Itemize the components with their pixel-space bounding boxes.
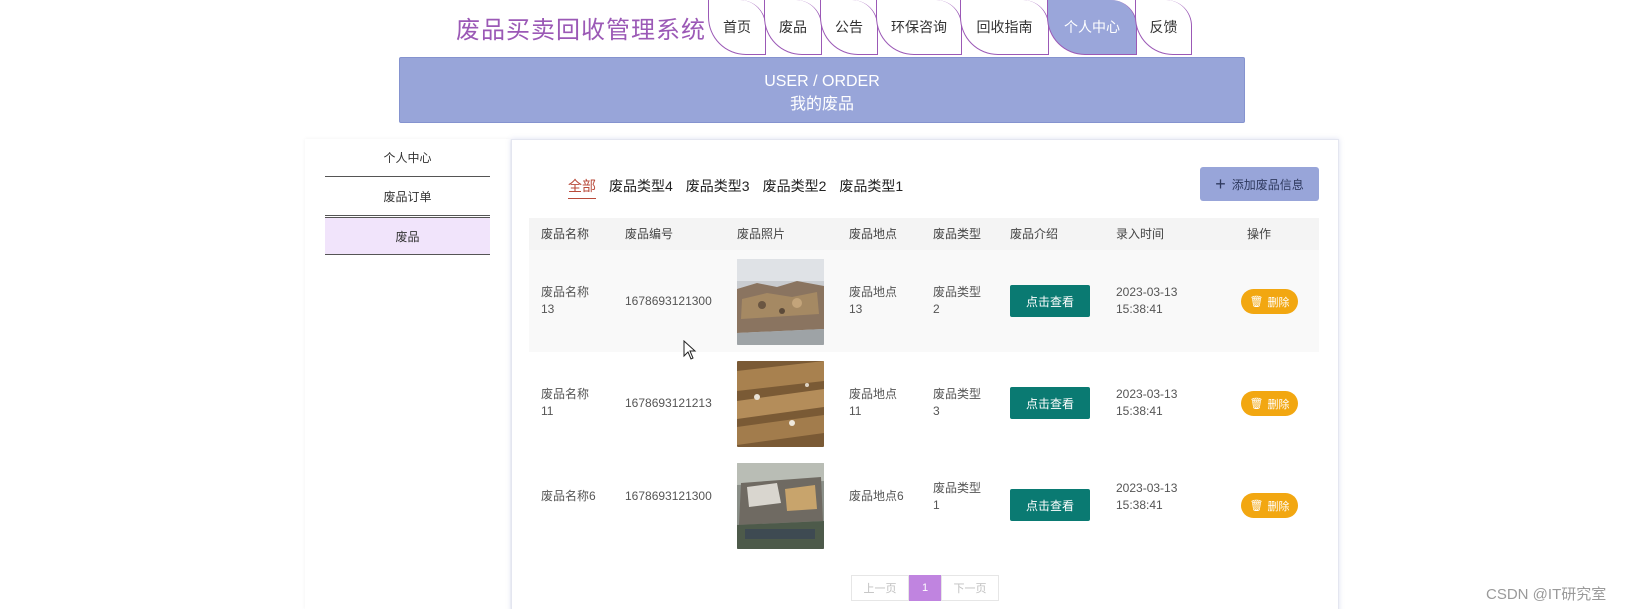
col-location: 废品地点 bbox=[849, 227, 898, 241]
entry-time: 2023-03-13 15:38:41 bbox=[1116, 285, 1178, 316]
waste-location: 废品地点 11 bbox=[849, 387, 898, 418]
waste-location: 废品地点 13 bbox=[849, 285, 898, 316]
watermark: CSDN @IT研究室 bbox=[1486, 586, 1607, 603]
col-type: 废品类型 bbox=[933, 227, 982, 241]
waste-type: 废品类型 3 bbox=[933, 387, 982, 418]
col-name: 废品名称 bbox=[541, 227, 590, 241]
banner-subtitle: USER / ORDER bbox=[764, 73, 880, 90]
waste-code: 1678693121300 bbox=[625, 294, 712, 308]
sidebar-item-personal-center[interactable]: 个人中心 bbox=[325, 139, 490, 177]
waste-photo[interactable] bbox=[737, 463, 824, 549]
main-panel: 全部 废品类型4 废品类型3 废品类型2 废品类型1 + 添加废品信息 废品名称… bbox=[511, 139, 1339, 609]
waste-photo[interactable] bbox=[737, 361, 824, 447]
trash-icon: 🗑 bbox=[1249, 398, 1264, 410]
trash-icon: 🗑 bbox=[1249, 500, 1264, 512]
category-tabs: 全部 废品类型4 废品类型3 废品类型2 废品类型1 bbox=[568, 176, 903, 199]
delete-button[interactable]: 🗑 删除 bbox=[1241, 493, 1298, 518]
view-details-button[interactable]: 点击查看 bbox=[1010, 489, 1090, 521]
table-row: 废品名称6 1678693121300 废品地点6 废品类型 1 点击查看 202… bbox=[529, 454, 1319, 556]
plus-icon: + bbox=[1215, 174, 1226, 194]
waste-location: 废品地点6 bbox=[849, 489, 904, 503]
col-intro: 废品介绍 bbox=[1010, 227, 1059, 241]
view-details-button[interactable]: 点击查看 bbox=[1010, 387, 1090, 419]
delete-button[interactable]: 🗑 删除 bbox=[1241, 289, 1298, 314]
nav-recycle-guide[interactable]: 回收指南 bbox=[960, 0, 1049, 55]
nav-feedback[interactable]: 反馈 bbox=[1135, 0, 1192, 55]
top-nav: 首页 废品 公告 环保咨询 回收指南 个人中心 反馈 bbox=[708, 0, 1192, 55]
col-code: 废品编号 bbox=[625, 227, 674, 241]
nav-personal-center[interactable]: 个人中心 bbox=[1047, 0, 1137, 55]
table-header: 废品名称 废品编号 废品照片 废品地点 废品类型 废品介绍 录入时间 操作 bbox=[529, 218, 1319, 250]
sidebar-item-waste[interactable]: 废品 bbox=[325, 217, 490, 255]
entry-time: 2023-03-13 15:38:41 bbox=[1116, 481, 1178, 512]
waste-name: 废品名称6 bbox=[541, 489, 596, 503]
tab-type2[interactable]: 废品类型2 bbox=[763, 176, 827, 199]
next-page-button[interactable]: 下一页 bbox=[941, 575, 999, 601]
sidebar-item-waste-orders[interactable]: 废品订单 bbox=[325, 178, 490, 216]
waste-type: 废品类型 2 bbox=[933, 285, 982, 316]
view-details-button[interactable]: 点击查看 bbox=[1010, 285, 1090, 317]
tab-type3[interactable]: 废品类型3 bbox=[686, 176, 750, 199]
sidebar: 个人中心 废品订单 废品 bbox=[305, 139, 510, 609]
site-title: 废品买卖回收管理系统 bbox=[456, 17, 706, 44]
delete-button[interactable]: 🗑 删除 bbox=[1241, 391, 1298, 416]
add-waste-button[interactable]: + 添加废品信息 bbox=[1200, 167, 1319, 201]
current-page[interactable]: 1 bbox=[909, 575, 941, 601]
page-banner: USER / ORDER 我的废品 bbox=[399, 57, 1245, 123]
tab-type1[interactable]: 废品类型1 bbox=[839, 176, 903, 199]
trash-icon: 🗑 bbox=[1249, 296, 1264, 308]
waste-code: 1678693121213 bbox=[625, 396, 712, 410]
nav-waste[interactable]: 废品 bbox=[764, 0, 822, 55]
nav-eco-consult[interactable]: 环保咨询 bbox=[876, 0, 962, 55]
waste-photo[interactable] bbox=[737, 259, 824, 345]
prev-page-button[interactable]: 上一页 bbox=[851, 575, 909, 601]
col-actions: 操作 bbox=[1247, 227, 1272, 241]
banner-title: 我的废品 bbox=[789, 96, 854, 113]
table-row: 废品名称 13 1678693121300 废品地点 13 废品类型 2 点击查看 2… bbox=[529, 250, 1319, 352]
nav-home[interactable]: 首页 bbox=[708, 0, 766, 55]
waste-name: 废品名称 11 bbox=[541, 387, 590, 418]
waste-name: 废品名称 13 bbox=[541, 285, 590, 316]
table-row: 废品名称 11 1678693121213 废品地点 11 废品类型 3 点击查看 2… bbox=[529, 352, 1319, 454]
col-photo: 废品照片 bbox=[737, 227, 786, 241]
entry-time: 2023-03-13 15:38:41 bbox=[1116, 387, 1178, 418]
waste-code: 1678693121300 bbox=[625, 489, 712, 503]
col-time: 录入时间 bbox=[1116, 227, 1165, 241]
mouse-cursor-icon bbox=[683, 339, 697, 365]
pagination: 上一页 1 下一页 bbox=[851, 575, 999, 601]
waste-type: 废品类型 1 bbox=[933, 481, 982, 512]
tab-all[interactable]: 全部 bbox=[568, 176, 596, 199]
tab-type4[interactable]: 废品类型4 bbox=[609, 176, 673, 199]
add-waste-label: 添加废品信息 bbox=[1231, 177, 1304, 192]
nav-notice[interactable]: 公告 bbox=[820, 0, 878, 55]
